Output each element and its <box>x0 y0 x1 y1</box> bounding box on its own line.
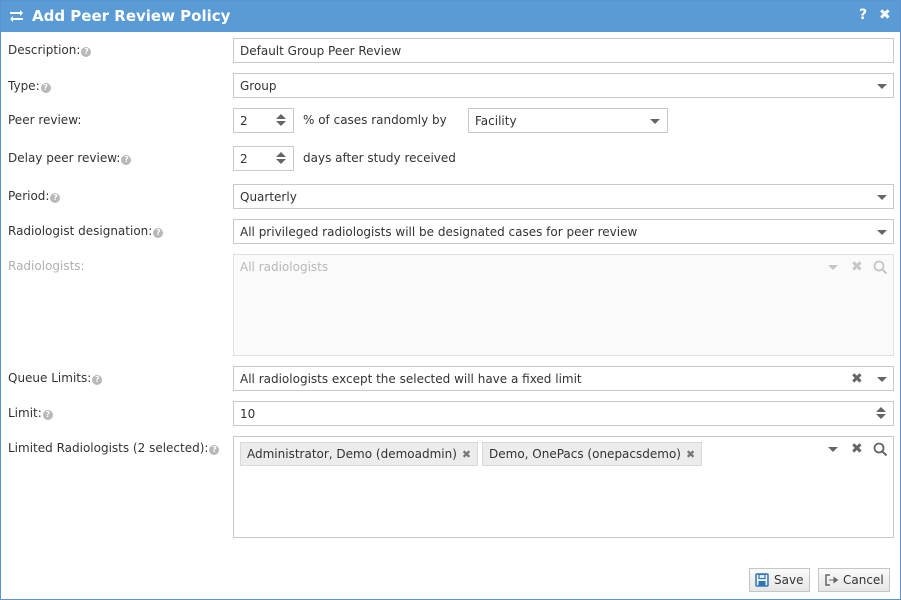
chevron-down-icon <box>650 119 660 124</box>
delay-suffix-text: days after study received <box>303 151 456 165</box>
save-button[interactable]: Save <box>749 568 810 592</box>
selected-radiologist-tag: Demo, OnePacs (onepacsdemo) ✖ <box>482 442 703 466</box>
radiologist-designation-select[interactable]: All privileged radiologists will be desi… <box>233 219 894 244</box>
spinner-arrows-icon[interactable] <box>276 114 286 128</box>
chevron-down-icon[interactable] <box>828 447 838 452</box>
chevron-down-icon <box>877 230 887 235</box>
radiologist-designation-label: Radiologist designation:? <box>8 224 164 238</box>
sign-out-icon <box>825 574 838 586</box>
limited-radiologists-multiselect[interactable]: Administrator, Demo (demoadmin) ✖ Demo, O… <box>233 436 894 538</box>
dialog-titlebar[interactable]: Add Peer Review Policy ? ✖ <box>1 1 900 32</box>
help-circle-icon[interactable]: ? <box>92 375 103 385</box>
search-icon <box>873 260 888 275</box>
floppy-disk-icon <box>755 573 769 587</box>
type-label: Type:? <box>8 79 51 93</box>
clear-icon[interactable]: ✖ <box>851 442 863 456</box>
selected-radiologist-tag: Administrator, Demo (demoadmin) ✖ <box>240 442 479 466</box>
queue-limits-label: Queue Limits:? <box>8 371 103 385</box>
description-input[interactable]: Default Group Peer Review <box>233 38 894 63</box>
delay-peer-review-label: Delay peer review:? <box>8 151 132 165</box>
spinner-arrows-icon[interactable] <box>876 407 886 421</box>
remove-tag-icon[interactable]: ✖ <box>686 448 695 461</box>
description-label: Description:? <box>8 43 92 57</box>
help-circle-icon[interactable]: ? <box>153 228 164 238</box>
chevron-down-icon <box>877 84 887 89</box>
peer-review-percent-stepper[interactable]: 2 <box>233 108 294 133</box>
limited-radiologists-label: Limited Radiologists (2 selected):? <box>8 441 220 455</box>
peer-review-label: Peer review: <box>8 113 82 127</box>
spinner-arrows-icon[interactable] <box>276 152 286 166</box>
help-circle-icon[interactable]: ? <box>209 445 220 455</box>
delay-days-stepper[interactable]: 2 <box>233 146 294 171</box>
swap-arrows-icon <box>10 10 23 22</box>
type-select[interactable]: Group <box>233 73 894 98</box>
radiologists-label: Radiologists: <box>8 259 85 273</box>
help-circle-icon[interactable]: ? <box>81 47 92 57</box>
period-label: Period:? <box>8 189 61 203</box>
clear-icon: ✖ <box>851 259 863 275</box>
chevron-down-icon <box>828 265 838 270</box>
search-icon[interactable] <box>873 442 888 457</box>
help-circle-icon[interactable]: ? <box>121 155 132 165</box>
cancel-button[interactable]: Cancel <box>818 568 890 592</box>
help-circle-icon[interactable]: ? <box>42 410 53 420</box>
chevron-down-icon <box>877 195 887 200</box>
peer-review-middle-text: % of cases randomly by <box>303 113 447 127</box>
peer-review-by-select[interactable]: Facility <box>468 108 668 133</box>
limit-label: Limit:? <box>8 406 53 420</box>
help-circle-icon[interactable]: ? <box>40 83 51 93</box>
queue-limits-select[interactable]: All radiologists except the selected wil… <box>233 366 894 391</box>
close-button[interactable]: ✖ <box>879 7 891 23</box>
clear-icon[interactable]: ✖ <box>851 372 863 386</box>
period-select[interactable]: Quarterly <box>233 184 894 209</box>
chevron-down-icon <box>877 377 887 382</box>
limit-stepper[interactable]: 10 <box>233 401 894 426</box>
help-button[interactable]: ? <box>859 7 867 23</box>
radiologists-multiselect: All radiologists ✖ <box>233 254 894 356</box>
dialog-title: Add Peer Review Policy <box>32 7 231 25</box>
add-peer-review-policy-dialog: Add Peer Review Policy ? ✖ Description:?… <box>0 0 901 600</box>
remove-tag-icon[interactable]: ✖ <box>462 448 471 461</box>
help-circle-icon[interactable]: ? <box>50 193 61 203</box>
